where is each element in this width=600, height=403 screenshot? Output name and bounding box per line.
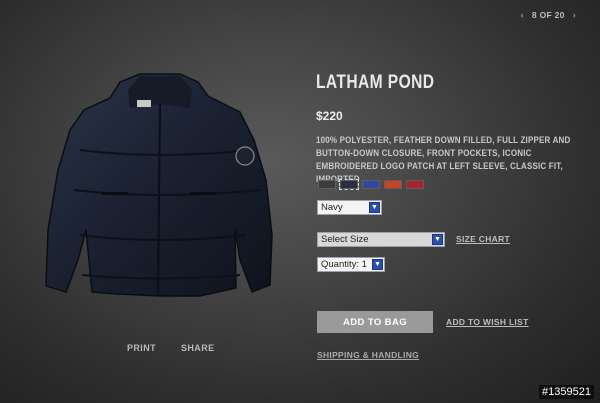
add-to-bag-button[interactable]: ADD TO BAG xyxy=(317,311,433,333)
color-swatch-5[interactable] xyxy=(406,180,424,189)
color-swatch-2[interactable] xyxy=(339,179,359,190)
chevron-down-icon: ▼ xyxy=(432,234,443,245)
shipping-handling-link[interactable]: SHIPPING & HANDLING xyxy=(317,350,419,360)
color-select-value: Navy xyxy=(321,202,343,213)
product-price: $220 xyxy=(316,109,343,123)
size-select[interactable]: Select Size ▼ xyxy=(317,232,445,247)
quantity-select-value: Quantity: 1 xyxy=(321,259,367,270)
product-page: ‹ 8 OF 20 › PRINT SHARE LATHAM POND $220… xyxy=(0,0,600,403)
color-swatch-1[interactable] xyxy=(318,180,336,189)
share-link[interactable]: SHARE xyxy=(181,343,215,353)
color-select[interactable]: Navy ▼ xyxy=(317,200,382,215)
image-id-watermark: #1359521 xyxy=(539,385,594,399)
color-swatches xyxy=(318,179,424,190)
product-image-jacket[interactable] xyxy=(40,60,280,305)
print-link[interactable]: PRINT xyxy=(127,343,156,353)
chevron-left-icon[interactable]: ‹ xyxy=(521,10,524,20)
product-title: LATHAM POND xyxy=(316,72,435,93)
pager-label: 8 OF 20 xyxy=(531,10,565,20)
add-to-wish-list-link[interactable]: ADD TO WISH LIST xyxy=(446,317,529,327)
chevron-right-icon[interactable]: › xyxy=(573,10,576,20)
size-select-value: Select Size xyxy=(321,234,369,245)
chevron-down-icon: ▼ xyxy=(369,202,380,213)
size-chart-link[interactable]: SIZE CHART xyxy=(456,234,510,244)
product-description: 100% POLYESTER, FEATHER DOWN FILLED, FUL… xyxy=(316,135,571,184)
color-swatch-3[interactable] xyxy=(362,180,380,189)
quantity-select[interactable]: Quantity: 1 ▼ xyxy=(317,257,385,272)
pager: ‹ 8 OF 20 › xyxy=(521,10,576,20)
image-actions: PRINT SHARE xyxy=(127,343,215,353)
color-swatch-4[interactable] xyxy=(384,180,402,189)
chevron-down-icon: ▼ xyxy=(372,259,383,270)
